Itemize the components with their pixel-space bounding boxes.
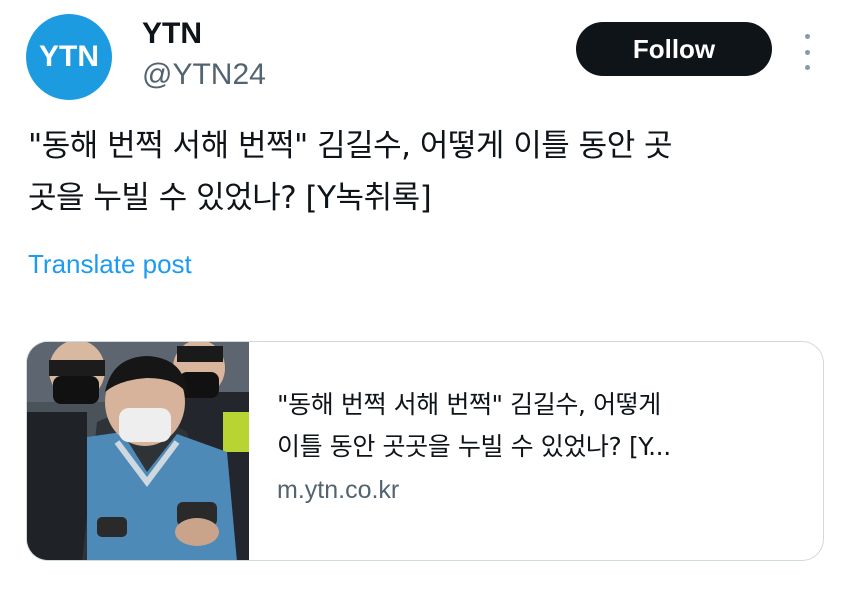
post-text: "동해 번쩍 서해 번쩍" 김길수, 어떻게 이틀 동안 곳 곳을 누빌 수 있…: [28, 120, 828, 224]
link-preview-card[interactable]: "동해 번쩍 서해 번쩍" 김길수, 어떻게 이틀 동안 곳곳을 누빌 수 있었…: [26, 341, 824, 561]
more-dot: [804, 49, 810, 55]
link-title-line: "동해 번쩍 서해 번쩍" 김길수, 어떻게: [277, 390, 661, 419]
more-options-icon[interactable]: [796, 34, 818, 70]
author-avatar[interactable]: YTN: [26, 14, 112, 100]
link-preview-thumbnail: [27, 342, 249, 560]
news-photo-image: [27, 342, 249, 560]
author-handle[interactable]: @YTN24: [142, 57, 266, 93]
tweet: YTN YTN @YTN24 Follow "동해 번쩍 서해 번쩍" 김길수,…: [0, 0, 850, 600]
avatar-logo-text: YTN: [39, 40, 99, 73]
translate-post-link[interactable]: Translate post: [28, 244, 192, 284]
link-preview-text: "동해 번쩍 서해 번쩍" 김길수, 어떻게 이틀 동안 곳곳을 누빌 수 있었…: [277, 384, 807, 508]
post-text-line: "동해 번쩍 서해 번쩍" 김길수, 어떻게 이틀 동안 곳: [28, 128, 673, 164]
author-display-name[interactable]: YTN: [142, 14, 202, 54]
link-title-line: 이틀 동안 곳곳을 누빌 수 있었나? [Y...: [277, 432, 671, 461]
link-preview-domain: m.ytn.co.kr: [277, 476, 400, 504]
more-dot: [804, 65, 810, 70]
more-dot: [804, 34, 810, 39]
link-preview-title: "동해 번쩍 서해 번쩍" 김길수, 어떻게 이틀 동안 곳곳을 누빌 수 있었…: [277, 384, 807, 468]
follow-button[interactable]: Follow: [576, 22, 772, 76]
post-text-line: 곳을 누빌 수 있었나? [Y녹취록]: [28, 180, 432, 216]
